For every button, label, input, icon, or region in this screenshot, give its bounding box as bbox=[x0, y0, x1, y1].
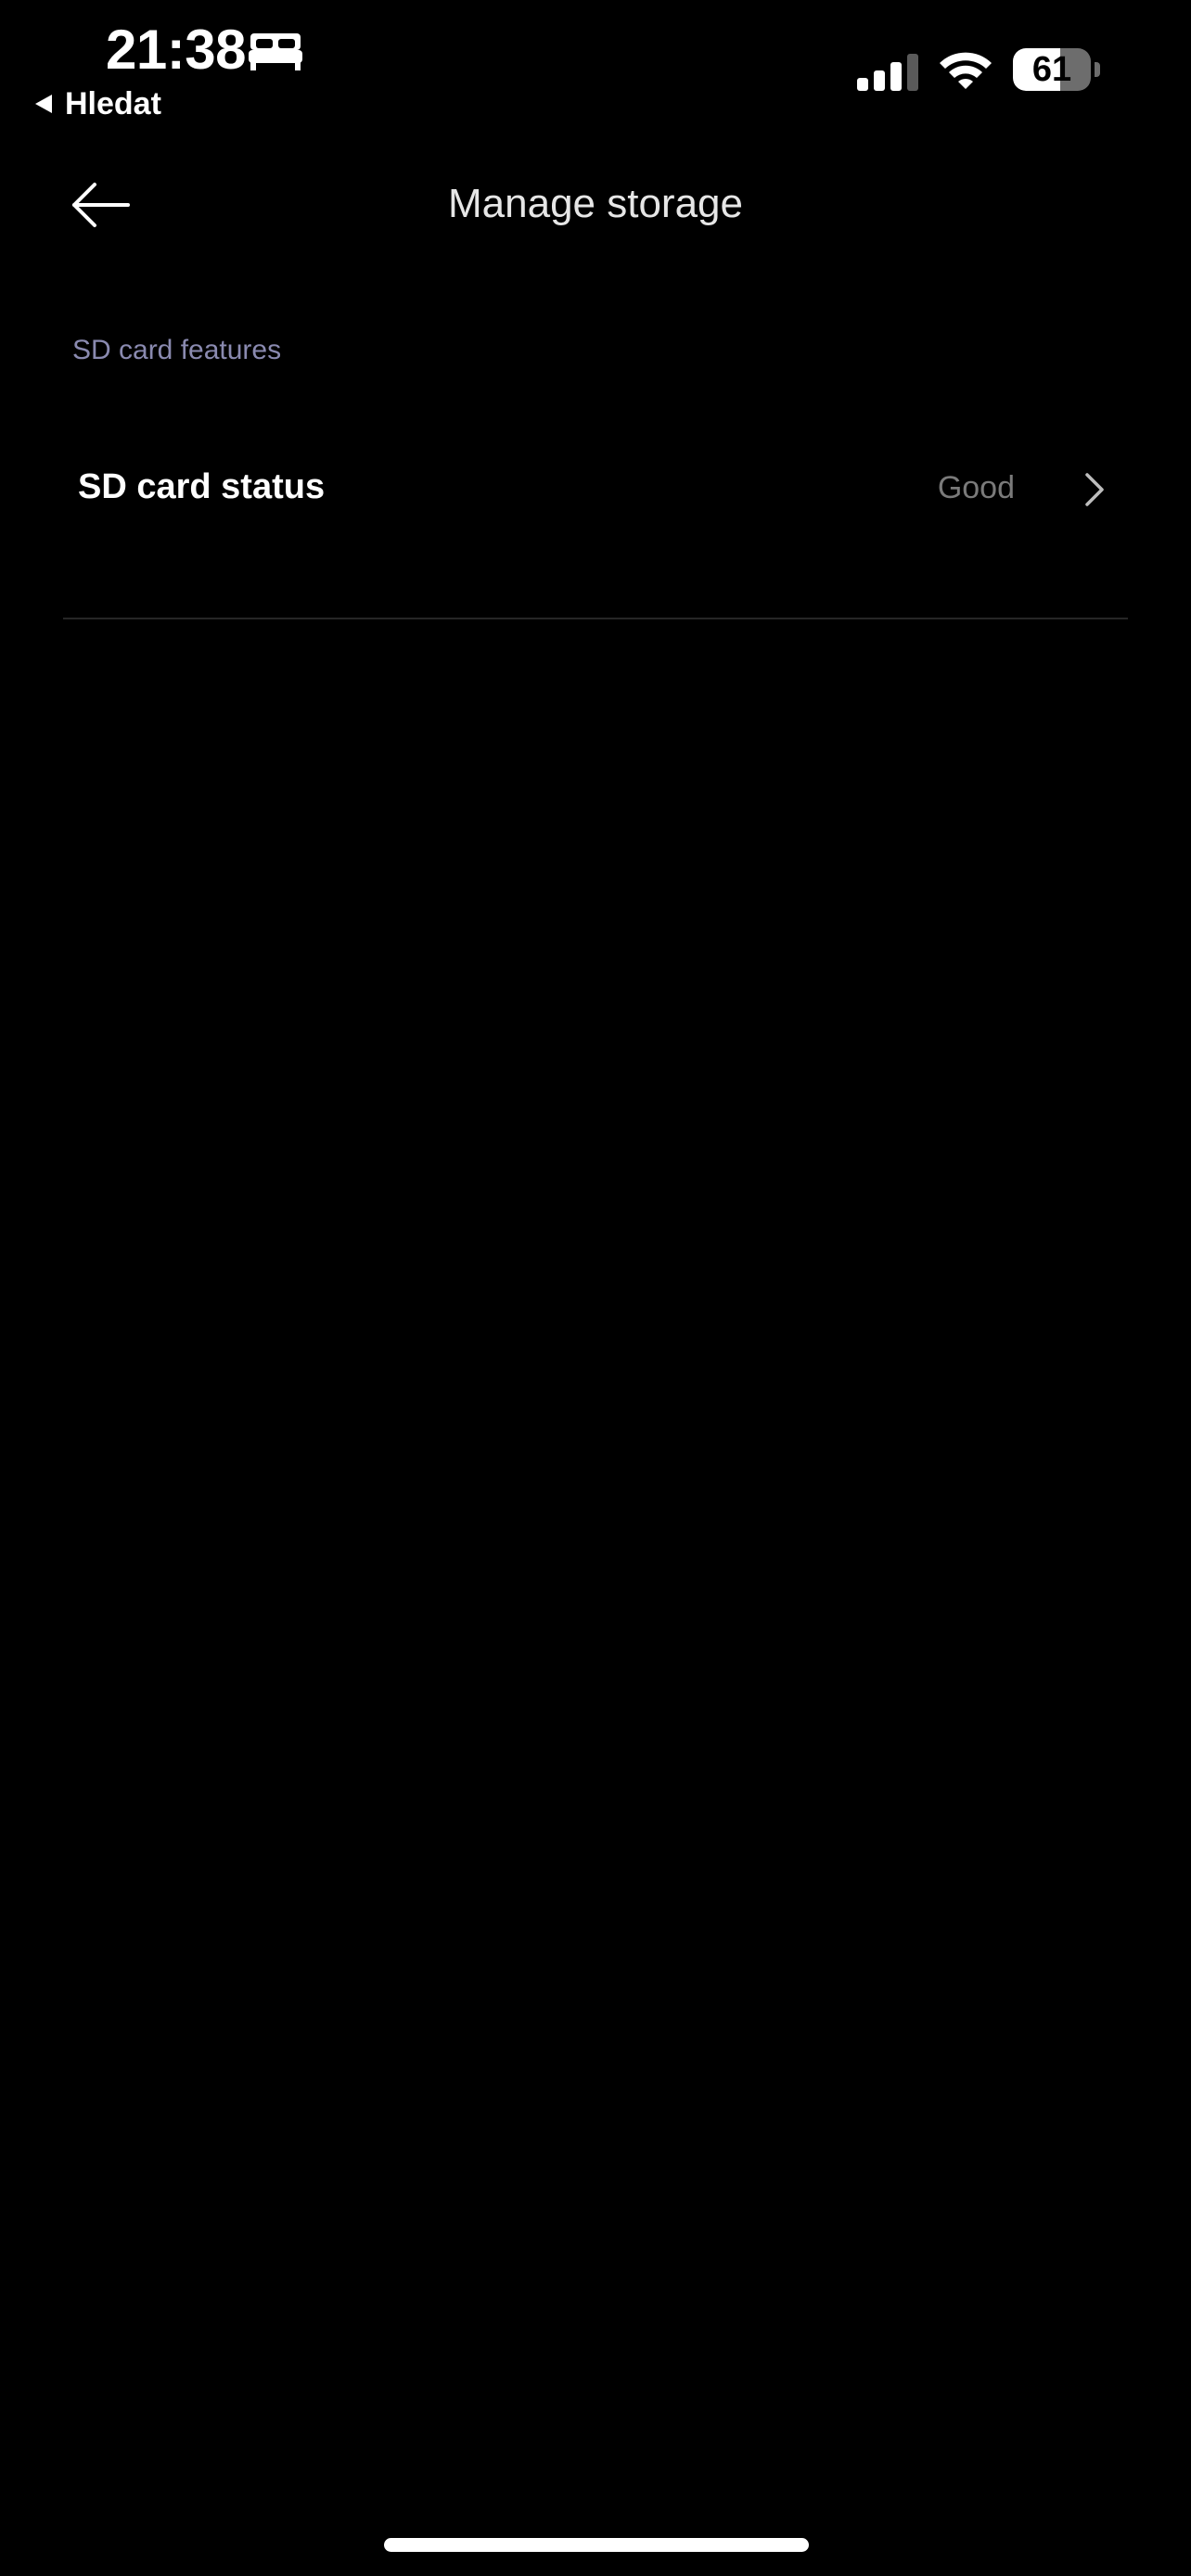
home-indicator[interactable] bbox=[384, 2538, 809, 2552]
divider bbox=[63, 618, 1128, 619]
signal-icon bbox=[857, 54, 918, 91]
back-triangle-icon bbox=[35, 95, 52, 113]
row-title: SD card status bbox=[78, 467, 326, 506]
status-time: 21:38 bbox=[106, 19, 246, 81]
back-to-app-label: Hledat bbox=[65, 86, 161, 121]
bed-icon bbox=[249, 33, 302, 70]
row-value: Good bbox=[937, 470, 1015, 505]
sd-card-status-row[interactable]: SD card status Good bbox=[63, 436, 1128, 547]
section-label: SD card features bbox=[72, 335, 282, 365]
page-title: Manage storage bbox=[448, 181, 743, 226]
battery-percent: 61 bbox=[1031, 50, 1072, 89]
chevron-right-icon bbox=[1085, 473, 1104, 506]
battery-icon: 61 bbox=[1013, 48, 1102, 93]
back-to-app-link[interactable]: Hledat bbox=[33, 83, 161, 124]
wifi-icon bbox=[940, 52, 992, 89]
